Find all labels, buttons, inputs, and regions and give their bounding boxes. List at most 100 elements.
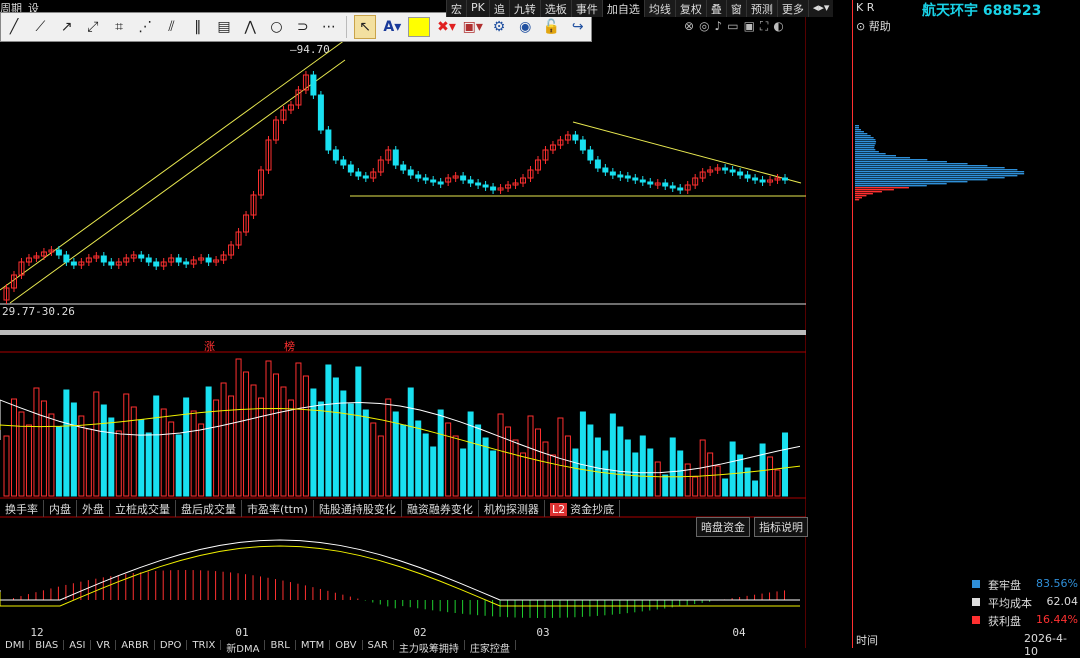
- candle-body: [729, 169, 736, 173]
- line-tool-icon[interactable]: ╱: [4, 16, 24, 38]
- text-tool-icon[interactable]: A▾: [382, 16, 402, 38]
- tab-margin[interactable]: 融资融券变化: [402, 500, 479, 517]
- volume-bar: [722, 478, 729, 497]
- legend-label-trapped: 套牢盘: [988, 579, 1021, 592]
- save-drawing-icon[interactable]: ▣▾: [463, 16, 483, 38]
- right-menu: 宏 PK 追 九转 选板 事件 加自选 均线 复权 叠 窗 预测 更多 ◂▸▾: [446, 0, 834, 17]
- dea-line: [0, 545, 800, 607]
- tab-turnover[interactable]: 换手率: [0, 500, 44, 517]
- tab-outer[interactable]: 外盘: [77, 500, 110, 517]
- candle-body: [722, 167, 729, 171]
- menu-xuanban[interactable]: 选板: [539, 0, 571, 17]
- menu-more[interactable]: 更多: [776, 0, 808, 17]
- candle-body: [579, 139, 586, 151]
- menu-forecast[interactable]: 预测: [745, 0, 777, 17]
- volume-bar: [654, 461, 661, 497]
- chip-bar: [855, 145, 875, 147]
- bell-icon[interactable]: ♪: [715, 19, 723, 33]
- menu-pk[interactable]: PK: [466, 0, 489, 17]
- tab-mtm[interactable]: MTM: [296, 640, 331, 651]
- tab-stake-volume[interactable]: 立桩成交量: [110, 500, 176, 517]
- menu-zhui[interactable]: 追: [488, 0, 509, 17]
- tab-dpo[interactable]: DPO: [155, 640, 188, 651]
- delete-icon[interactable]: ✖▾: [436, 16, 456, 38]
- menu-ma[interactable]: 均线: [643, 0, 675, 17]
- candle-body: [662, 182, 669, 187]
- volume-bar: [138, 419, 145, 497]
- extended-line-icon[interactable]: ⤢: [83, 16, 103, 38]
- lock-icon[interactable]: 🔓: [541, 16, 561, 38]
- volume-bar: [415, 420, 422, 497]
- tab-l2-bottom[interactable]: L2 资金抄底: [545, 500, 621, 517]
- share-icon[interactable]: ↪: [568, 16, 588, 38]
- dif-line: [0, 539, 800, 601]
- tab-asi[interactable]: ASI: [64, 640, 92, 651]
- rectangle-crop-icon[interactable]: ⌗: [109, 16, 129, 38]
- ray-tool-icon[interactable]: ⟋: [30, 16, 50, 38]
- chip-bar: [855, 133, 868, 135]
- tab-hk-connect[interactable]: 陆股通持股变化: [314, 500, 402, 517]
- tab-new-dma[interactable]: 新DMA: [221, 640, 266, 655]
- volume-bar: [490, 450, 497, 497]
- volume-bar: [707, 452, 714, 497]
- arc-tool-icon[interactable]: ⊃: [293, 16, 313, 38]
- fullscreen-icon[interactable]: ⛶: [760, 19, 768, 34]
- tab-arbr[interactable]: ARBR: [116, 640, 155, 651]
- tab-after-hours[interactable]: 盘后成交量: [176, 500, 242, 517]
- shop-icon[interactable]: ▭: [727, 19, 738, 33]
- arrow-line-icon[interactable]: ↗: [56, 16, 76, 38]
- stock-name: 航天环宇 688523: [922, 3, 1042, 19]
- fan-line-icon[interactable]: ⋰: [135, 16, 155, 38]
- wave-icon[interactable]: ⋀: [240, 16, 260, 38]
- indicator-desc-button[interactable]: 指标说明: [754, 517, 808, 537]
- candle-body: [609, 171, 616, 176]
- tab-brl[interactable]: BRL: [265, 640, 296, 651]
- tab-bias[interactable]: BIAS: [30, 640, 65, 651]
- fibonacci-icon[interactable]: ▤: [214, 16, 234, 38]
- tab-sar[interactable]: SAR: [363, 640, 394, 651]
- cursor-select-icon[interactable]: ↖: [353, 15, 377, 39]
- dark-pool-button[interactable]: 暗盘资金: [696, 517, 750, 537]
- menu-overlay[interactable]: 叠: [705, 0, 726, 17]
- help-row[interactable]: ⊙ 帮助: [856, 18, 891, 34]
- parallel-line-icon[interactable]: ⫽: [161, 16, 181, 38]
- more-dots-icon[interactable]: ⋯: [319, 16, 339, 38]
- tab-vr[interactable]: VR: [91, 640, 117, 651]
- kline-chart[interactable]: 98.7582.7466.5250.2934.06388425891295X10…: [0, 0, 806, 648]
- tab-trix[interactable]: TRIX: [187, 640, 222, 651]
- eye-icon[interactable]: ◉: [515, 16, 535, 38]
- marker-bang: 榜: [284, 339, 295, 353]
- gear-icon[interactable]: ⚙: [489, 16, 509, 38]
- menu-window[interactable]: 窗: [725, 0, 746, 17]
- candle-body: [362, 175, 369, 179]
- volume-bar: [55, 426, 62, 497]
- eye-toggle-icon[interactable]: ◎: [699, 19, 709, 33]
- volume-bar: [572, 448, 579, 497]
- menu-add-favorite[interactable]: 加自选: [601, 0, 644, 17]
- volume-bar: [437, 409, 444, 497]
- tab-main-absorb[interactable]: 主力吸筹拥持: [394, 640, 465, 655]
- menu-adjust[interactable]: 复权: [674, 0, 706, 17]
- menu-jiuzhuan[interactable]: 九转: [508, 0, 540, 17]
- tab-obv[interactable]: OBV: [330, 640, 363, 651]
- menu-events[interactable]: 事件: [570, 0, 602, 17]
- screenshot-icon[interactable]: ▣: [744, 19, 755, 33]
- help-label: 帮助: [868, 20, 891, 33]
- tab-dealer-control[interactable]: 庄家控盘: [465, 640, 516, 655]
- pane-splitter[interactable]: [0, 330, 806, 335]
- l2-badge: L2: [549, 503, 568, 516]
- color-swatch[interactable]: [408, 16, 431, 38]
- menu-hong[interactable]: 宏: [446, 0, 466, 17]
- sound-icon[interactable]: ◐: [773, 19, 783, 33]
- volume-bar: [235, 358, 242, 497]
- circle-tool-icon[interactable]: ○: [266, 16, 286, 38]
- pin-icon[interactable]: ◂▸▾: [807, 0, 834, 17]
- tab-inner[interactable]: 内盘: [44, 500, 77, 517]
- tab-pe[interactable]: 市盈率(ttm): [242, 500, 314, 517]
- tab-dmi[interactable]: DMI: [0, 640, 31, 651]
- vertical-lines-icon[interactable]: ‖: [188, 16, 208, 38]
- settings-icon[interactable]: ⊗: [684, 19, 694, 33]
- volume-bar: [774, 469, 781, 497]
- volume-bar: [407, 387, 414, 497]
- tab-institution[interactable]: 机构探测器: [479, 500, 545, 517]
